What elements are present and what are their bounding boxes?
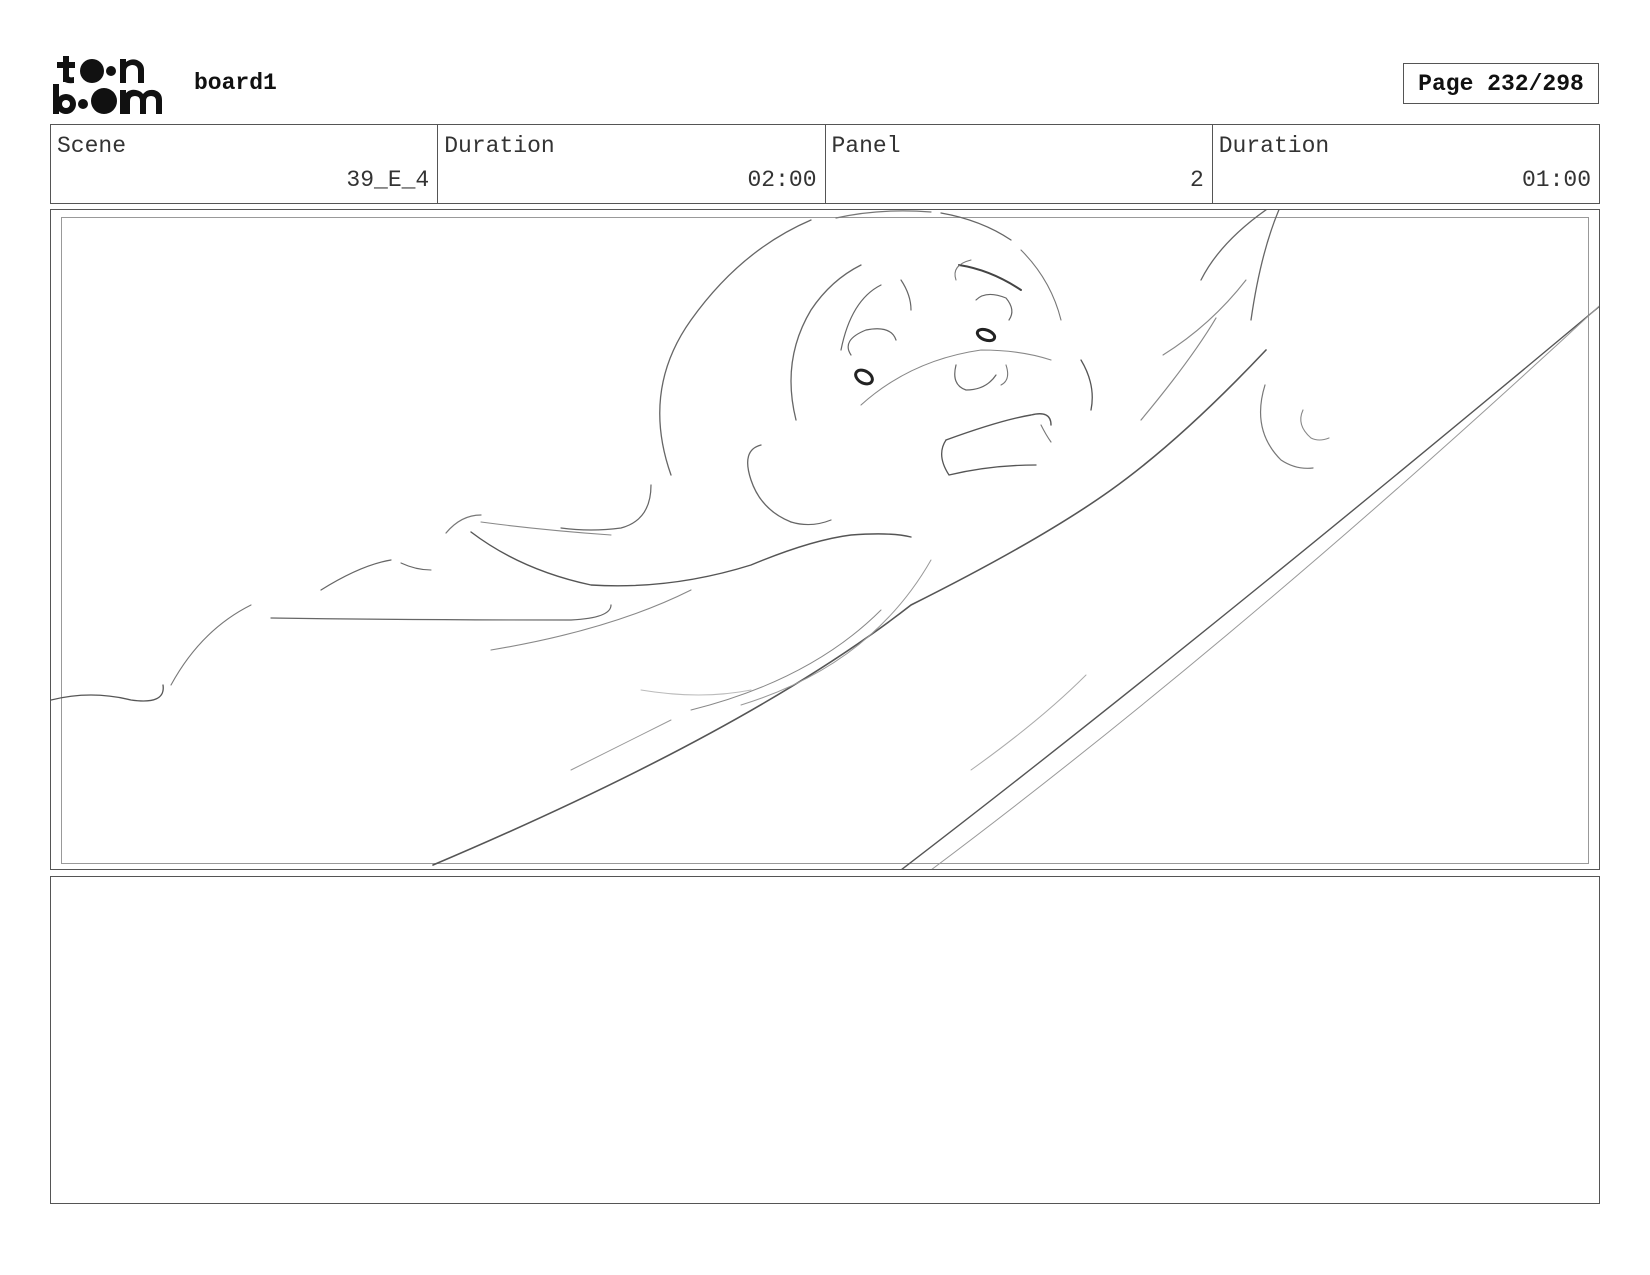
scene-info-table: Scene 39_E_4 Duration 02:00 Panel 2 Dura… bbox=[50, 124, 1600, 204]
scene-cell: Scene 39_E_4 bbox=[51, 125, 439, 203]
panel-cell: Panel 2 bbox=[826, 125, 1213, 203]
panel-value: 2 bbox=[1189, 167, 1204, 193]
panel-duration-label: Duration bbox=[1218, 133, 1330, 159]
scene-duration-cell: Duration 02:00 bbox=[438, 125, 826, 203]
page-indicator: Page 232/298 bbox=[1403, 63, 1599, 104]
panel-duration-cell: Duration 01:00 bbox=[1213, 125, 1599, 203]
scene-duration-label: Duration bbox=[444, 133, 555, 159]
scene-duration-value: 02:00 bbox=[747, 167, 817, 193]
panel-label: Panel bbox=[831, 133, 901, 159]
toon-boom-logo bbox=[52, 52, 170, 116]
board-name: board1 bbox=[194, 70, 277, 96]
panel-duration-value: 01:00 bbox=[1521, 167, 1591, 193]
storyboard-panel bbox=[50, 209, 1600, 870]
notes-area[interactable] bbox=[50, 876, 1600, 1204]
sketch-drawing-icon bbox=[51, 210, 1599, 869]
scene-label: Scene bbox=[57, 133, 127, 159]
scene-value: 39_E_4 bbox=[346, 167, 430, 193]
